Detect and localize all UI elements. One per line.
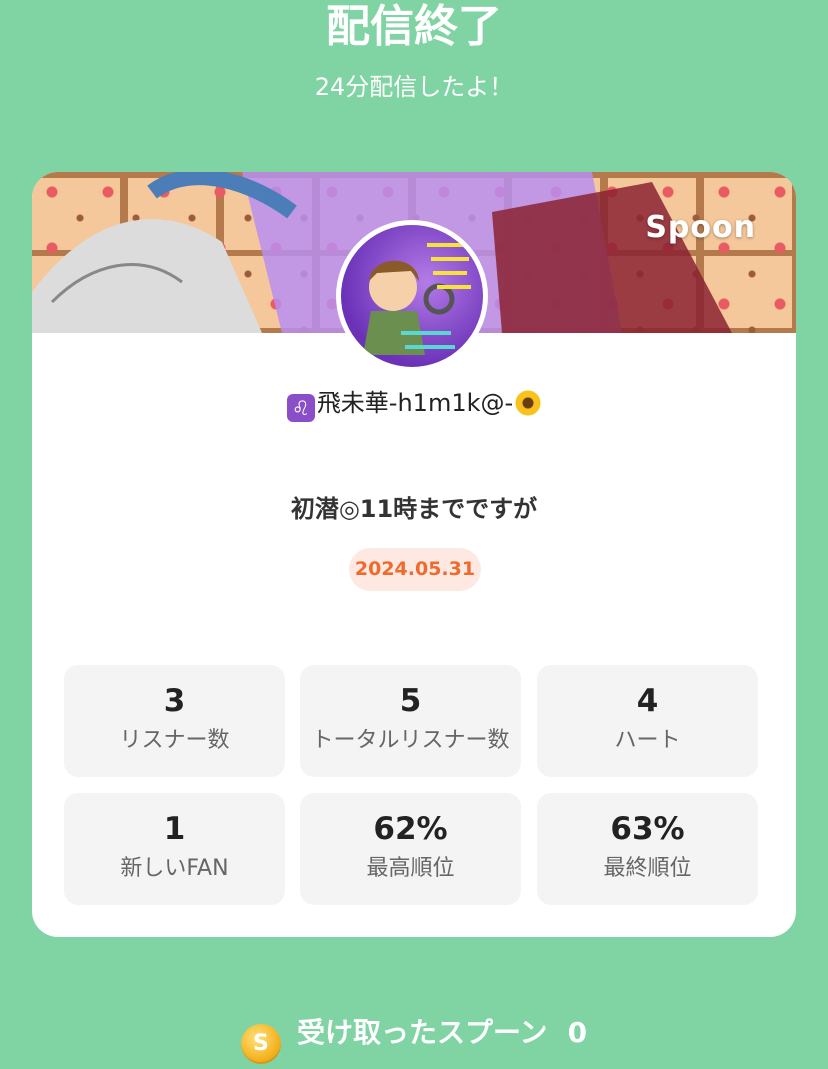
- stat-value: 63%: [610, 811, 685, 847]
- stat-label: トータルリスナー数: [311, 728, 510, 753]
- received-spoons-amount: 0: [567, 1016, 588, 1049]
- spoon-coin-icon: S: [240, 1024, 281, 1064]
- avatar[interactable]: [336, 220, 488, 372]
- sunflower-icon: [515, 390, 542, 416]
- stat-total-listeners: 5 トータルリスナー数: [300, 665, 521, 777]
- username: ♌ 飛未華-h1m1k@-: [32, 386, 796, 422]
- stat-label: 最高順位: [366, 856, 455, 881]
- stat-final-rank: 63% 最終順位: [537, 793, 758, 905]
- stat-value: 3: [163, 683, 186, 719]
- broadcast-title: 初潜◎11時までですが: [290, 495, 538, 523]
- stat-listeners: 3 リスナー数: [64, 665, 285, 777]
- received-spoons: S 受け取ったスプーン 0: [0, 1010, 828, 1064]
- leo-zodiac-icon: ♌: [286, 394, 315, 422]
- stat-value: 62%: [373, 811, 448, 847]
- duration-subtitle: 24分配信したよ！: [314, 73, 514, 101]
- date-badge: 2024.05.31: [349, 548, 481, 591]
- stat-value: 1: [163, 811, 186, 847]
- stat-label: リスナー数: [119, 728, 230, 753]
- stat-value: 5: [399, 683, 422, 719]
- stat-label: 新しいFAN: [120, 856, 229, 881]
- broadcast-summary-card: Spoon ♌ 飛未華-h1m1k@- 初潜◎11時までですが 2024.05.3…: [32, 172, 796, 937]
- stat-highest-rank: 62% 最高順位: [300, 793, 521, 905]
- stat-new-fans: 1 新しいFAN: [64, 793, 285, 905]
- page-title: 配信終了: [326, 1, 502, 52]
- spoon-logo: Spoon: [645, 210, 756, 245]
- stat-label: ハート: [614, 728, 681, 753]
- stat-label: 最終順位: [603, 856, 692, 881]
- stat-hearts: 4 ハート: [537, 665, 758, 777]
- stat-value: 4: [636, 683, 659, 719]
- received-spoons-label: 受け取ったスプーン: [296, 1016, 548, 1049]
